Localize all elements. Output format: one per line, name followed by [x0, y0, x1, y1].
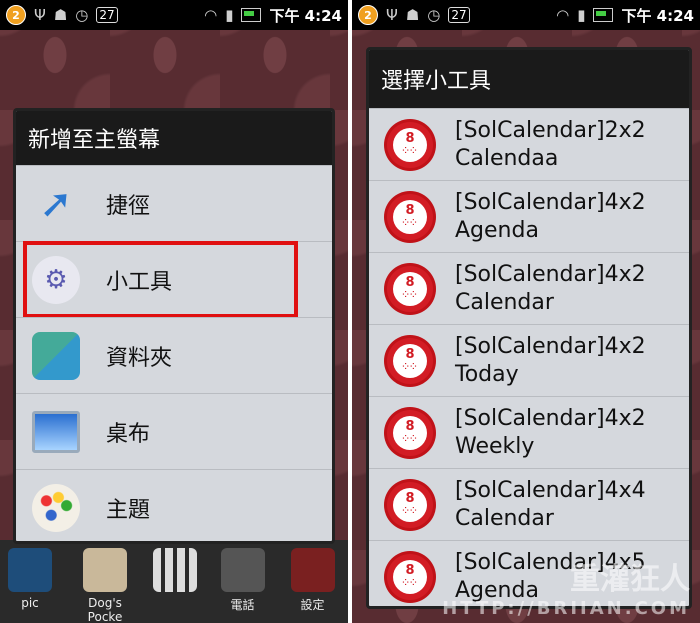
- dialer-icon: [220, 548, 265, 592]
- watermark-text: 重灌狂人: [570, 562, 690, 597]
- highlight-box: [23, 241, 298, 318]
- wifi-icon: ◠: [556, 5, 570, 24]
- menu-item-label: 桌布: [106, 421, 151, 447]
- watermark: 重灌狂人 HTTP://BRIIAN.COM: [442, 554, 690, 619]
- menu-item-wallpaper[interactable]: 桌布: [16, 393, 332, 469]
- app-drawer-icon: [153, 548, 197, 592]
- solcalendar-icon-face: 8 ⁘⁘: [393, 343, 427, 378]
- solcalendar-icon-face: 8 ⁘⁘: [393, 487, 427, 522]
- dock: pic Dog's Pocke 電話 設定: [0, 540, 348, 623]
- usb-icon: Ψ: [34, 5, 46, 24]
- widget-name: [SolCalendar]4x4: [455, 477, 646, 503]
- usb-icon: Ψ: [386, 5, 398, 24]
- widget-text: [SolCalendar]4x2 Agenda: [455, 189, 646, 245]
- widget-size-type: Today: [455, 361, 519, 387]
- menu-item-folder[interactable]: 資料夾: [16, 317, 332, 393]
- dock-item-settings[interactable]: 設定: [285, 540, 340, 623]
- alarm-icon: ◷: [75, 5, 89, 24]
- calendar-day-icon: 27: [448, 7, 470, 23]
- solcalendar-icon: 8 ⁘⁘: [387, 121, 433, 168]
- status-time: 下午 4:24: [269, 6, 342, 25]
- solcalendar-icon: 8 ⁘⁘: [387, 337, 433, 384]
- notification-badge[interactable]: 2: [6, 5, 26, 25]
- solcalendar-icon: 8 ⁘⁘: [387, 409, 433, 456]
- widget-text: [SolCalendar]4x2 Today: [455, 333, 646, 389]
- solcalendar-icon: 8 ⁘⁘: [387, 265, 433, 312]
- widget-row[interactable]: 8 ⁘⁘ [SolCalendar]4x4 Calendar: [369, 468, 689, 540]
- widget-text: [SolCalendar]4x2 Calendar: [455, 261, 646, 317]
- watermark-url: HTTP://BRIIAN.COM: [442, 598, 690, 619]
- wallpaper-icon: [32, 410, 80, 453]
- widget-name: [SolCalendar]4x2: [455, 333, 646, 359]
- notification-badge[interactable]: 2: [358, 5, 378, 25]
- android-debug-icon: ☗: [405, 5, 420, 24]
- widget-size-type: Calendar: [455, 505, 554, 531]
- menu-item-label: 捷徑: [106, 193, 151, 219]
- widget-size-type: Calendar: [455, 289, 554, 315]
- widget-size-type: Agenda: [455, 217, 539, 243]
- widget-row[interactable]: 8 ⁘⁘ [SolCalendar]4x2 Agenda: [369, 180, 689, 252]
- widget-row[interactable]: 8 ⁘⁘ [SolCalendar]4x2 Calendar: [369, 252, 689, 324]
- android-debug-icon: ☗: [53, 5, 68, 24]
- widget-list: 8 ⁘⁘ [SolCalendar]2x2 Calendaa 8 ⁘⁘ [SolCalend…: [369, 108, 689, 606]
- solcalendar-icon: 8 ⁘⁘: [387, 193, 433, 240]
- dogs-pocket-icon: [83, 548, 127, 592]
- solcalendar-icon-face: 8 ⁘⁘: [393, 559, 427, 594]
- widget-row[interactable]: 8 ⁘⁘ [SolCalendar]4x2 Weekly: [369, 396, 689, 468]
- dock-item-phone[interactable]: 電話: [215, 540, 270, 623]
- calendar-day-icon: 27: [96, 7, 118, 23]
- dock-label: pic: [21, 596, 39, 610]
- widget-row[interactable]: 8 ⁘⁘ [SolCalendar]2x2 Calendaa: [369, 108, 689, 180]
- settings-tools-icon: [290, 548, 335, 592]
- solcalendar-icon-face: 8 ⁘⁘: [393, 271, 427, 306]
- pic-icon: [8, 548, 52, 592]
- shortcut-arrow-icon: ➚: [39, 180, 73, 227]
- widget-size-type: Weekly: [455, 433, 535, 459]
- dock-item-apps[interactable]: [150, 540, 200, 623]
- widget-text: [SolCalendar]4x4 Calendar: [455, 477, 646, 533]
- widget-text: [SolCalendar]4x2 Weekly: [455, 405, 646, 461]
- left-screen: 2 Ψ ☗ ◷ 27 ◠ ▮ 下午 4:24 pic Dog's Pocke 電…: [0, 0, 348, 623]
- battery-icon: [241, 8, 262, 22]
- solcalendar-icon-face: 8 ⁘⁘: [393, 199, 427, 234]
- widget-name: [SolCalendar]4x2: [455, 405, 646, 431]
- widget-text: [SolCalendar]2x2 Calendaa: [455, 117, 646, 173]
- menu-item-widget[interactable]: ⚙ 小工具: [16, 241, 332, 318]
- battery-icon: [593, 8, 614, 22]
- menu-item-label: 資料夾: [106, 345, 173, 371]
- dialog-title: 選擇小工具: [369, 50, 689, 108]
- signal-icon: ▮: [225, 5, 234, 24]
- dialog-title: 新增至主螢幕: [16, 111, 332, 165]
- solcalendar-icon-face: 8 ⁘⁘: [393, 127, 427, 162]
- status-time: 下午 4:24: [621, 6, 694, 25]
- folder-icon: [32, 331, 80, 380]
- widget-size-type: Calendaa: [455, 145, 559, 171]
- right-screen: 2 Ψ ☗ ◷ 27 ◠ ▮ 下午 4:24 選擇小工具 8 ⁘⁘ [SolCale…: [352, 0, 700, 623]
- widget-name: [SolCalendar]4x2: [455, 261, 646, 287]
- menu-item-label: 主題: [106, 497, 151, 523]
- solcalendar-icon-face: 8 ⁘⁘: [393, 415, 427, 450]
- status-bar: 2 Ψ ☗ ◷ 27 ◠ ▮ 下午 4:24: [0, 0, 348, 30]
- widget-name: [SolCalendar]4x2: [455, 189, 646, 215]
- status-bar: 2 Ψ ☗ ◷ 27 ◠ ▮ 下午 4:24: [352, 0, 700, 30]
- solcalendar-icon: 8 ⁘⁘: [387, 553, 433, 600]
- widget-name: [SolCalendar]2x2: [455, 117, 646, 143]
- dock-label: 電話: [230, 598, 255, 612]
- dock-label: Dog's Pocke: [87, 596, 123, 623]
- wifi-icon: ◠: [204, 5, 218, 24]
- menu-item-theme[interactable]: 主題: [16, 469, 332, 541]
- signal-icon: ▮: [577, 5, 586, 24]
- widget-row[interactable]: 8 ⁘⁘ [SolCalendar]4x2 Today: [369, 324, 689, 396]
- solcalendar-icon: 8 ⁘⁘: [387, 481, 433, 528]
- dock-item-dogs-pocket[interactable]: Dog's Pocke: [70, 540, 140, 623]
- add-to-home-dialog: 新增至主螢幕 ➚ 捷徑 ⚙ 小工具 資料夾 桌布 主題: [13, 108, 335, 544]
- alarm-icon: ◷: [427, 5, 441, 24]
- theme-palette-icon: [32, 483, 80, 532]
- dock-label: 設定: [300, 598, 325, 612]
- dock-item-pic[interactable]: pic: [0, 540, 60, 623]
- choose-widget-dialog: 選擇小工具 8 ⁘⁘ [SolCalendar]2x2 Calendaa 8 ⁘⁘ [Sol…: [366, 47, 692, 609]
- menu-item-shortcut[interactable]: ➚ 捷徑: [16, 165, 332, 241]
